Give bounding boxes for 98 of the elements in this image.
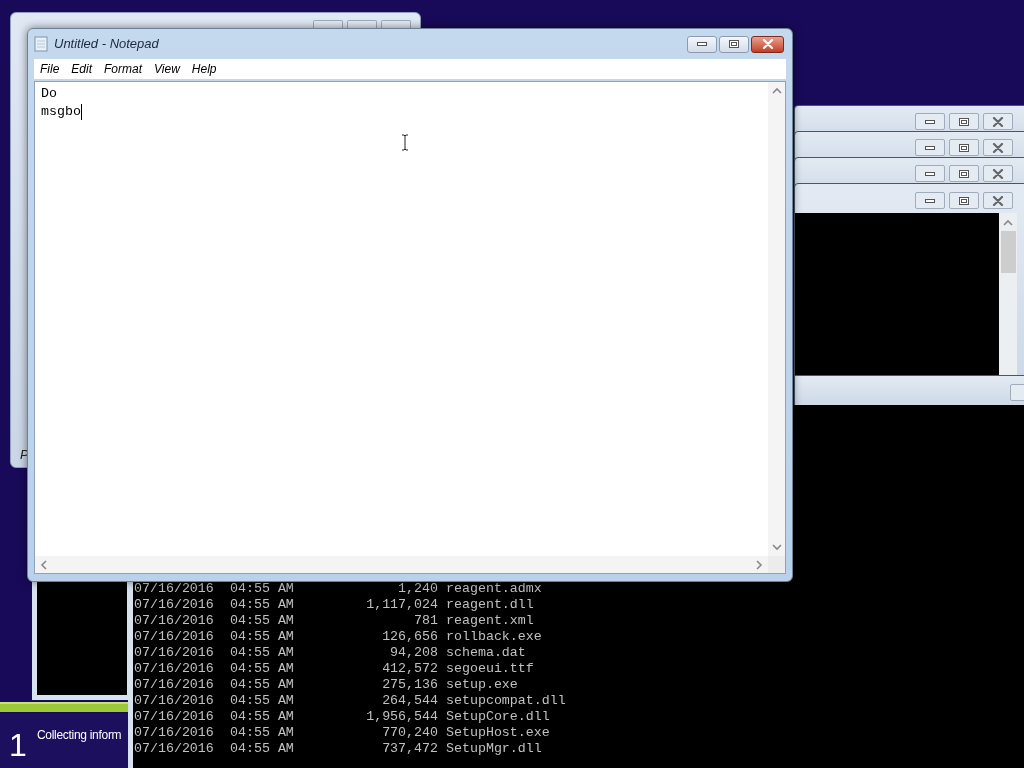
file-time: 04:55 AM [230, 645, 294, 661]
file-time: 04:55 AM [230, 741, 294, 757]
window-title: Untitled - Notepad [54, 35, 159, 54]
close-button[interactable] [983, 139, 1013, 156]
step-number: 1 [9, 727, 27, 763]
text-line: Do [41, 85, 57, 103]
file-date: 07/16/2016 [134, 693, 214, 709]
close-icon [992, 168, 1004, 179]
menu-item[interactable]: Edit [67, 60, 97, 78]
file-time: 04:55 AM [230, 581, 294, 597]
file-date: 07/16/2016 [134, 581, 214, 597]
file-date: 07/16/2016 [134, 741, 214, 757]
file-name: reagent.xml [446, 613, 534, 629]
file-time: 04:55 AM [230, 709, 294, 725]
file-size: 1,240 [397, 581, 438, 597]
file-size: 770,240 [381, 725, 438, 741]
minimize-icon [925, 118, 935, 125]
scroll-up-icon[interactable] [771, 87, 782, 95]
maximize-icon [959, 169, 969, 178]
file-time: 04:55 AM [230, 661, 294, 677]
close-button[interactable] [983, 192, 1013, 209]
text-area[interactable]: Do msgbo [34, 81, 786, 574]
minimize-icon [925, 170, 935, 177]
minimize-button[interactable] [915, 165, 945, 182]
close-icon [992, 116, 1004, 127]
file-date: 07/16/2016 [134, 725, 214, 741]
status-text: Collecting inform [37, 727, 122, 744]
close-button[interactable] [751, 35, 784, 53]
file-name: segoeui.ttf [446, 661, 534, 677]
file-size: 412,572 [381, 661, 438, 677]
scroll-down-icon[interactable] [771, 543, 782, 551]
scroll-left-icon[interactable] [40, 559, 48, 570]
file-time: 04:55 AM [230, 613, 294, 629]
file-date: 07/16/2016 [134, 709, 214, 725]
maximize-icon [959, 117, 969, 126]
file-size: 781 [413, 613, 438, 629]
file-time: 04:55 AM [230, 693, 294, 709]
file-size: 275,136 [381, 677, 438, 693]
scroll-right-icon[interactable] [755, 559, 763, 570]
file-time: 04:55 AM [230, 597, 294, 613]
text-cursor-icon [401, 134, 409, 151]
file-time: 04:55 AM [230, 677, 294, 693]
minimize-button[interactable] [687, 35, 717, 53]
file-time: 04:55 AM [230, 629, 294, 645]
horizontal-scrollbar[interactable] [35, 556, 768, 573]
text-caret [80, 104, 82, 120]
scroll-thumb[interactable] [1000, 231, 1016, 273]
file-name: SetupHost.exe [446, 725, 550, 741]
menu-item[interactable]: Help [187, 60, 221, 78]
maximize-button[interactable] [949, 165, 979, 182]
file-name: reagent.admx [446, 581, 542, 597]
file-name: schema.dat [446, 645, 526, 661]
file-name: rollback.exe [446, 629, 542, 645]
minimize-icon [697, 41, 707, 47]
file-name: reagent.dll [446, 597, 534, 613]
scrollbar[interactable] [999, 213, 1017, 375]
file-name: setup.exe [446, 677, 518, 693]
file-name: SetupCore.dll [446, 709, 550, 725]
minimize-button[interactable] [915, 192, 945, 209]
text-line: msgbo [41, 103, 81, 121]
file-size: 1,956,544 [365, 709, 438, 725]
file-date: 07/16/2016 [134, 661, 214, 677]
file-size: 1,117,024 [365, 597, 438, 613]
scroll-up-icon[interactable] [1003, 219, 1013, 227]
close-icon [992, 142, 1004, 153]
maximize-icon [959, 143, 969, 152]
file-date: 07/16/2016 [134, 597, 214, 613]
close-icon [992, 195, 1004, 206]
maximize-button[interactable] [949, 139, 979, 156]
file-date: 07/16/2016 [134, 629, 214, 645]
minimize-icon [925, 197, 935, 204]
file-name: setupcompat.dll [446, 693, 566, 709]
notepad-icon [34, 36, 48, 52]
maximize-button[interactable] [719, 35, 749, 53]
maximize-icon [729, 40, 739, 48]
file-size: 94,208 [389, 645, 438, 661]
maximize-button[interactable] [949, 192, 979, 209]
minimize-icon [925, 144, 935, 151]
file-date: 07/16/2016 [134, 645, 214, 661]
menu-item[interactable]: File [36, 60, 64, 78]
close-button[interactable] [983, 113, 1013, 130]
vertical-scrollbar[interactable] [768, 82, 785, 556]
file-date: 07/16/2016 [134, 677, 214, 693]
close-icon [761, 39, 774, 49]
file-time: 04:55 AM [230, 725, 294, 741]
minimize-button[interactable] [915, 139, 945, 156]
minimize-button[interactable] [915, 113, 945, 130]
file-size: 126,656 [381, 629, 438, 645]
file-size: 737,472 [381, 741, 438, 757]
file-date: 07/16/2016 [134, 613, 214, 629]
file-size: 264,544 [381, 693, 438, 709]
menu-item[interactable]: View [150, 60, 184, 78]
maximize-icon [959, 196, 969, 205]
maximize-button[interactable] [949, 113, 979, 130]
file-name: SetupMgr.dll [446, 741, 542, 757]
menu-item[interactable]: Format [100, 60, 147, 78]
close-button[interactable] [983, 165, 1013, 182]
size-grip [768, 556, 785, 573]
